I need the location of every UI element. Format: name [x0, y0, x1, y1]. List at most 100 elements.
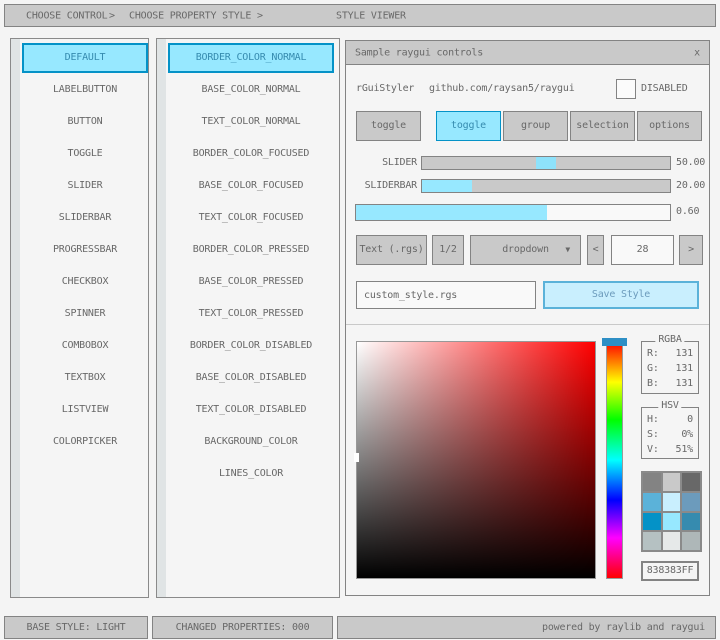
palette-swatch: [663, 473, 681, 491]
palette-swatch: [643, 473, 661, 491]
toggle-group-item[interactable]: toggle: [436, 111, 501, 141]
controls-list-item[interactable]: SLIDERBAR: [22, 203, 148, 233]
rgba-groupbox: RGBA R: 131 G: 131 B: 131: [641, 341, 699, 394]
save-style-button[interactable]: Save Style: [543, 281, 699, 309]
window-title: Sample raygui controls: [355, 47, 483, 58]
sliderbar[interactable]: [421, 179, 671, 193]
dropdown-label: dropdown: [502, 244, 549, 255]
slider[interactable]: [421, 156, 671, 170]
controls-list-item[interactable]: SPINNER: [22, 299, 148, 329]
chevron-right-icon: >: [257, 10, 263, 21]
properties-list-item[interactable]: BASE_COLOR_PRESSED: [168, 267, 334, 297]
properties-list-item[interactable]: TEXT_COLOR_FOCUSED: [168, 203, 334, 233]
properties-list-panel: BORDER_COLOR_NORMALBASE_COLOR_NORMALTEXT…: [156, 38, 340, 598]
r-value: 131: [676, 346, 693, 362]
properties-list-item[interactable]: TEXT_COLOR_DISABLED: [168, 395, 334, 425]
style-color-palette: [641, 471, 702, 552]
dropdown-button[interactable]: dropdown ▼: [470, 235, 581, 265]
b-label: B:: [647, 376, 659, 392]
window-titlebar[interactable]: Sample raygui controls x: [346, 41, 709, 65]
hsv-title: HSV: [658, 400, 681, 411]
s-value: 0%: [681, 427, 693, 443]
toggle-group: togglegroupselectionoptions: [346, 111, 711, 141]
status-changed-properties: CHANGED PROPERTIES: 000: [152, 616, 333, 639]
filename-input[interactable]: [356, 281, 536, 309]
v-label: V:: [647, 442, 659, 458]
palette-swatch: [643, 493, 661, 511]
properties-list-item[interactable]: LINES_COLOR: [168, 459, 334, 489]
sliderbar-value: 20.00: [676, 179, 705, 193]
palette-swatch: [663, 493, 681, 511]
g-label: G:: [647, 361, 659, 377]
controls-list-panel: DEFAULTLABELBUTTONBUTTONTOGGLESLIDERSLID…: [10, 38, 149, 598]
disabled-label: DISABLED: [641, 79, 688, 99]
text-rgs-button[interactable]: Text (.rgs): [356, 235, 427, 265]
color-picker-cursor[interactable]: [354, 453, 359, 462]
progress-bar-fill: [356, 205, 547, 220]
palette-swatch: [663, 513, 681, 531]
dropdown-arrow-icon: ▼: [565, 236, 570, 264]
disabled-checkbox[interactable]: [616, 79, 636, 99]
controls-list-item[interactable]: LABELBUTTON: [22, 75, 148, 105]
status-base-style: BASE STYLE: LIGHT: [4, 616, 148, 639]
app-name-label: rGuiStyler: [356, 79, 414, 99]
palette-swatch: [643, 532, 661, 550]
toggle-group-item[interactable]: selection: [570, 111, 635, 141]
controls-list-item[interactable]: LISTVIEW: [22, 395, 148, 425]
sliderbar-fill: [422, 180, 472, 192]
rgba-title: RGBA: [655, 334, 684, 345]
status-powered-by: powered by raylib and raygui: [337, 616, 716, 639]
controls-list-item[interactable]: DEFAULT: [22, 43, 148, 73]
chevron-right-icon: >: [109, 10, 115, 21]
hue-slider-thumb[interactable]: [602, 338, 627, 346]
controls-list-item[interactable]: COMBOBOX: [22, 331, 148, 361]
toggle-group-item[interactable]: options: [637, 111, 702, 141]
properties-list-item[interactable]: BORDER_COLOR_PRESSED: [168, 235, 334, 265]
properties-list-item[interactable]: BASE_COLOR_DISABLED: [168, 363, 334, 393]
repo-link[interactable]: github.com/raysan5/raygui: [429, 79, 575, 99]
rguistyler-app: CHOOSE CONTROL > CHOOSE PROPERTY STYLE >…: [0, 0, 720, 640]
properties-list-item[interactable]: TEXT_COLOR_PRESSED: [168, 299, 334, 329]
hsv-groupbox: HSV H: 0 S: 0% V: 51%: [641, 407, 699, 459]
breadcrumb: CHOOSE CONTROL > CHOOSE PROPERTY STYLE >…: [4, 4, 716, 27]
properties-list-item[interactable]: BORDER_COLOR_FOCUSED: [168, 139, 334, 169]
slider-label: SLIDER: [346, 156, 417, 170]
controls-list-scrollbar[interactable]: [11, 39, 20, 597]
toggle-group-item[interactable]: group: [503, 111, 568, 141]
properties-list-item[interactable]: BASE_COLOR_NORMAL: [168, 75, 334, 105]
progress-bar: [355, 204, 671, 221]
s-label: S:: [647, 427, 659, 443]
g-value: 131: [676, 361, 693, 377]
properties-list-item[interactable]: BORDER_COLOR_NORMAL: [168, 43, 334, 73]
next-button[interactable]: >: [679, 235, 703, 265]
controls-list-item[interactable]: COLORPICKER: [22, 427, 148, 457]
palette-swatch: [643, 513, 661, 531]
breadcrumb-choose-control: CHOOSE CONTROL: [26, 10, 108, 21]
controls-list-item[interactable]: SLIDER: [22, 171, 148, 201]
slider-handle[interactable]: [536, 157, 556, 169]
properties-list-scrollbar[interactable]: [157, 39, 166, 597]
palette-swatch: [682, 473, 700, 491]
hex-value-box[interactable]: 838383FF: [641, 561, 699, 581]
close-icon[interactable]: x: [694, 47, 700, 58]
properties-list-item[interactable]: BACKGROUND_COLOR: [168, 427, 334, 457]
properties-list-item[interactable]: TEXT_COLOR_NORMAL: [168, 107, 334, 137]
controls-list-item[interactable]: TOGGLE: [22, 139, 148, 169]
controls-list-item[interactable]: BUTTON: [22, 107, 148, 137]
controls-list-item[interactable]: CHECKBOX: [22, 267, 148, 297]
v-value: 51%: [676, 442, 693, 458]
color-picker-gradient[interactable]: [356, 341, 596, 579]
prev-button[interactable]: <: [587, 235, 604, 265]
palette-swatch: [682, 493, 700, 511]
controls-list-item[interactable]: TEXTBOX: [22, 363, 148, 393]
controls-list-item[interactable]: PROGRESSBAR: [22, 235, 148, 265]
size-value-box[interactable]: 28: [611, 235, 674, 265]
style-viewer-window: Sample raygui controls x rGuiStyler gith…: [345, 40, 710, 596]
palette-swatch: [663, 532, 681, 550]
half-button[interactable]: 1/2: [432, 235, 464, 265]
sliderbar-label: SLIDERBAR: [346, 179, 417, 193]
properties-list-item[interactable]: BORDER_COLOR_DISABLED: [168, 331, 334, 361]
divider: [346, 324, 709, 325]
hue-bar[interactable]: [606, 341, 623, 579]
properties-list-item[interactable]: BASE_COLOR_FOCUSED: [168, 171, 334, 201]
